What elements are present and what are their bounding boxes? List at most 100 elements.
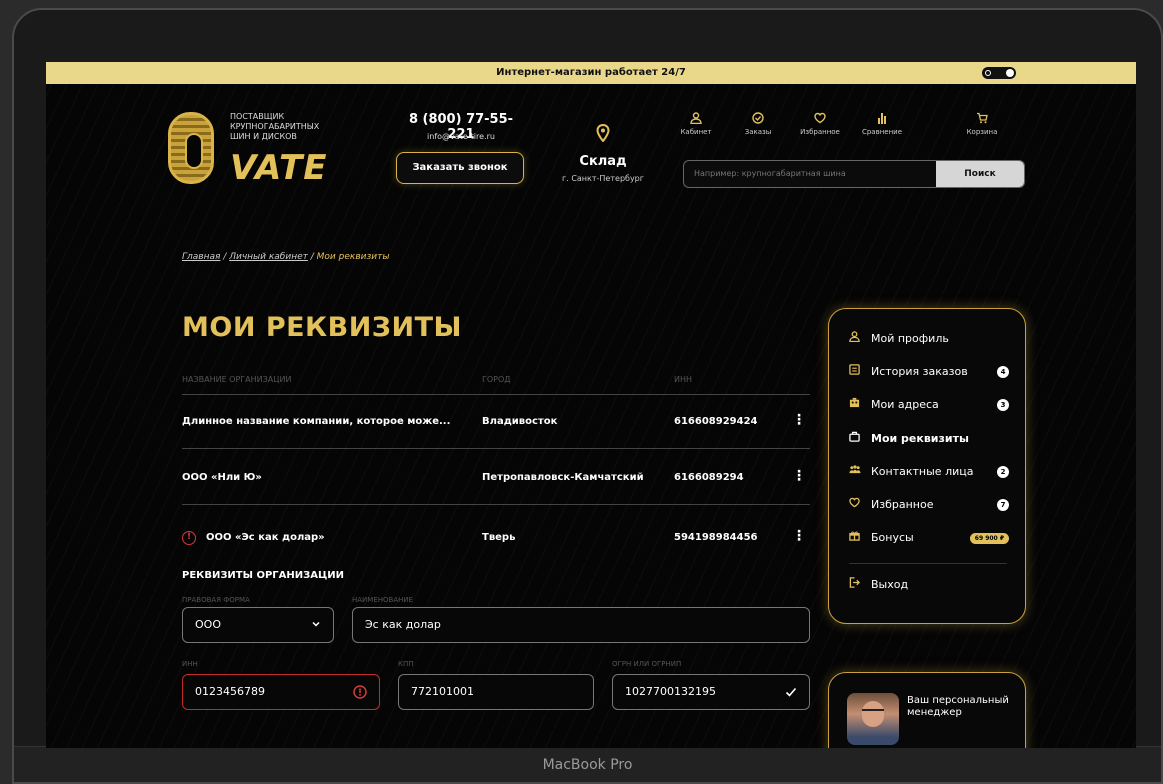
sidebar-item-label: Избранное bbox=[871, 498, 934, 511]
logout-label: Выход bbox=[871, 578, 909, 591]
toggle-knob bbox=[1006, 69, 1014, 77]
count-badge: 4 bbox=[997, 366, 1009, 378]
divider bbox=[182, 504, 810, 505]
nav-cabinet[interactable]: Кабинет bbox=[668, 112, 724, 136]
more-menu-icon[interactable]: ⋮ bbox=[792, 412, 806, 428]
breadcrumb-separator: / bbox=[223, 252, 227, 262]
count-badge: 7 bbox=[997, 499, 1009, 511]
name-field[interactable]: Эс как долар bbox=[352, 607, 810, 643]
building-icon bbox=[849, 395, 871, 415]
sidebar-item-label: Бонусы bbox=[871, 531, 914, 544]
sidebar-item-profile[interactable]: Мой профиль bbox=[849, 329, 1009, 349]
nav-label: Избранное bbox=[800, 128, 840, 136]
logo-tagline: ПОСТАВЩИК КРУПНОГАБАРИТНЫХ ШИН И ДИСКОВ bbox=[230, 112, 320, 141]
stock-title[interactable]: Склад bbox=[556, 154, 650, 169]
order-call-button[interactable]: Заказать звонок bbox=[396, 152, 524, 184]
sidebar-item-addresses[interactable]: Мои адреса 3 bbox=[849, 395, 1009, 415]
sidebar-item-label: Мои адреса bbox=[871, 398, 939, 411]
divider bbox=[182, 448, 810, 449]
nav-compare[interactable]: Сравнение bbox=[854, 112, 910, 136]
nav-label: Кабинет bbox=[680, 128, 712, 136]
divider bbox=[182, 394, 810, 395]
divider bbox=[849, 563, 1007, 564]
top-announcement-bar: Интернет-магазин работает 24/7 bbox=[46, 62, 1136, 84]
heart-icon bbox=[792, 112, 848, 128]
legal-form-value: ООО bbox=[195, 618, 221, 631]
org-city: Тверь bbox=[482, 532, 516, 543]
count-badge: 3 bbox=[997, 399, 1009, 411]
breadcrumb-cabinet[interactable]: Личный кабинет bbox=[229, 252, 308, 262]
sidebar-item-order-history[interactable]: История заказов 4 bbox=[849, 362, 1009, 382]
kpp-field[interactable]: 772101001 bbox=[398, 674, 594, 710]
column-header-name: НАЗВАНИЕ ОРГАНИЗАЦИИ bbox=[182, 375, 292, 384]
ogrn-field[interactable]: 1027700132195 bbox=[612, 674, 810, 710]
org-inn: 6166089294 bbox=[674, 472, 744, 483]
search-input[interactable] bbox=[694, 161, 934, 187]
more-menu-icon[interactable]: ⋮ bbox=[792, 468, 806, 484]
count-badge: 2 bbox=[997, 466, 1009, 478]
sidebar-item-requisites[interactable]: Мои реквизиты bbox=[849, 429, 1009, 449]
account-sidebar: Мой профиль История заказов 4 Мои адреса… bbox=[828, 308, 1026, 624]
bonus-badge: 69 900 ₽ bbox=[969, 533, 1009, 544]
inn-field[interactable]: 0123456789 bbox=[182, 674, 380, 710]
org-city: Петропавловск-Камчатский bbox=[482, 472, 644, 483]
sidebar-item-label: Мои реквизиты bbox=[871, 432, 969, 445]
nav-favorites[interactable]: Избранное bbox=[792, 112, 848, 136]
sidebar-item-bonuses[interactable]: Бонусы 69 900 ₽ bbox=[849, 528, 1009, 548]
sidebar-item-label: Мой профиль bbox=[871, 332, 949, 345]
breadcrumb: Главная / Личный кабинет / Мои реквизиты bbox=[182, 252, 389, 262]
org-name: Длинное название компании, которое може.… bbox=[182, 416, 451, 427]
breadcrumb-current: Мои реквизиты bbox=[316, 252, 390, 262]
sidebar-item-label: История заказов bbox=[871, 365, 968, 378]
heart-icon bbox=[849, 495, 871, 515]
org-name: ООО «Эс как долар» bbox=[206, 532, 325, 543]
name-label: НАИМЕНОВАНИЕ bbox=[352, 596, 414, 604]
avatar bbox=[847, 693, 899, 745]
sidebar-item-label: Контактные лица bbox=[871, 465, 974, 478]
device-label: MacBook Pro bbox=[14, 746, 1161, 782]
nav-orders[interactable]: Заказы bbox=[730, 112, 786, 136]
briefcase-icon bbox=[849, 429, 871, 449]
email-link[interactable]: info@vate-tire.ru bbox=[398, 132, 524, 141]
search-button[interactable]: Поиск bbox=[936, 161, 1024, 187]
personal-manager-card[interactable]: Ваш персональный менеджер bbox=[828, 672, 1026, 748]
toggle-off-icon bbox=[985, 70, 991, 76]
history-icon bbox=[849, 362, 871, 382]
logo[interactable]: ПОСТАВЩИК КРУПНОГАБАРИТНЫХ ШИН И ДИСКОВ … bbox=[168, 110, 338, 190]
sidebar-item-contacts[interactable]: Контактные лица 2 bbox=[849, 462, 1009, 482]
form-section-title: РЕКВИЗИТЫ ОРГАНИЗАЦИИ bbox=[182, 570, 345, 581]
stock-city: г. Санкт-Петербург bbox=[562, 174, 644, 183]
org-city: Владивосток bbox=[482, 416, 558, 427]
nav-label: Корзина bbox=[966, 128, 998, 136]
nav-cart[interactable]: Корзина bbox=[954, 112, 1010, 136]
logout-button[interactable]: Выход bbox=[849, 575, 1009, 595]
theme-toggle[interactable] bbox=[982, 67, 1016, 79]
ogrn-value: 1027700132195 bbox=[625, 685, 716, 698]
ogrn-label: ОГРН ИЛИ ОГРНИП bbox=[612, 660, 682, 668]
user-icon bbox=[849, 329, 871, 349]
logo-brand: VATE bbox=[230, 148, 328, 188]
screen: Интернет-магазин работает 24/7 ПОСТАВЩИК… bbox=[46, 62, 1136, 748]
page-title: МОИ РЕКВИЗИТЫ bbox=[182, 312, 462, 343]
nav-label: Заказы bbox=[744, 128, 772, 136]
breadcrumb-home[interactable]: Главная bbox=[182, 252, 220, 262]
search-bar: Поиск bbox=[683, 160, 1025, 188]
check-icon bbox=[785, 675, 797, 711]
legal-form-select[interactable]: ООО bbox=[182, 607, 334, 643]
cart-icon bbox=[954, 112, 1010, 128]
column-header-inn: ИНН bbox=[674, 375, 693, 384]
sidebar-item-favorites[interactable]: Избранное 7 bbox=[849, 495, 1009, 515]
breadcrumb-separator: / bbox=[310, 252, 314, 262]
org-inn: 616608929424 bbox=[674, 416, 758, 427]
logout-icon bbox=[849, 575, 871, 595]
error-icon bbox=[353, 675, 367, 712]
chevron-down-icon bbox=[311, 608, 321, 642]
column-header-city: ГОРОД bbox=[482, 375, 511, 384]
manager-text: Ваш персональный менеджер bbox=[907, 695, 1009, 718]
error-icon: ! bbox=[182, 531, 196, 545]
orders-icon bbox=[730, 112, 786, 128]
kpp-value: 772101001 bbox=[411, 685, 474, 698]
users-icon bbox=[849, 462, 871, 482]
inn-value: 0123456789 bbox=[195, 685, 265, 698]
more-menu-icon[interactable]: ⋮ bbox=[792, 528, 806, 544]
